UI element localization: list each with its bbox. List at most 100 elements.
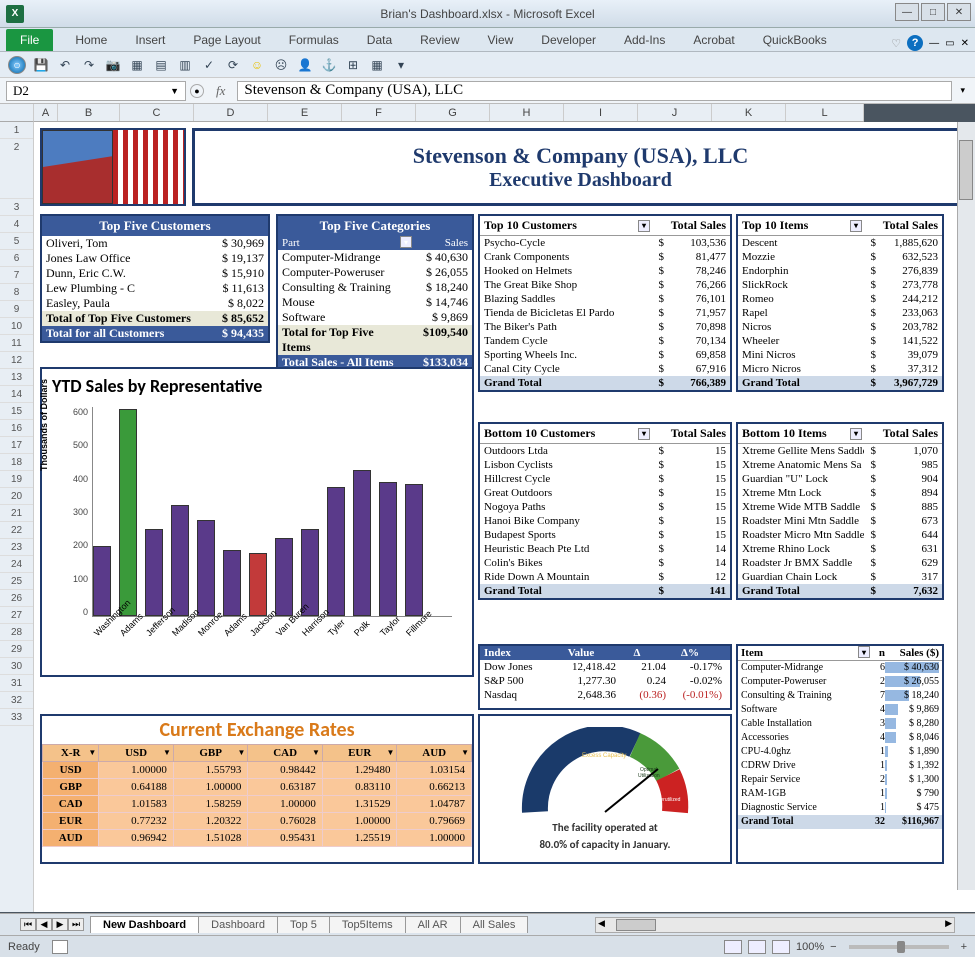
filter-icon[interactable]: ▾ xyxy=(850,428,862,440)
row-14[interactable]: 14 xyxy=(0,386,33,403)
insert-function-icon[interactable]: ● xyxy=(190,84,204,98)
row-9[interactable]: 9 xyxy=(0,301,33,318)
col-B[interactable]: B xyxy=(58,104,120,121)
heart-icon[interactable]: ♡ xyxy=(891,37,901,50)
zoom-out-icon[interactable]: − xyxy=(830,941,836,953)
maximize-button[interactable]: □ xyxy=(921,3,945,21)
name-box[interactable]: D2 ▼ xyxy=(6,81,186,101)
page-break-icon[interactable] xyxy=(772,940,790,954)
sheet-tab-top-5[interactable]: Top 5 xyxy=(277,916,330,933)
worksheet[interactable]: 1234567891011121314151617181920212223242… xyxy=(0,122,975,912)
col-C[interactable]: C xyxy=(120,104,194,121)
tab-home[interactable]: Home xyxy=(61,29,121,51)
row-33[interactable]: 33 xyxy=(0,709,33,726)
tab-insert[interactable]: Insert xyxy=(121,29,179,51)
table-icon[interactable]: ▦ xyxy=(368,56,386,74)
row-5[interactable]: 5 xyxy=(0,233,33,250)
zoom-thumb[interactable] xyxy=(897,941,905,953)
last-sheet-icon[interactable]: ⏭ xyxy=(68,918,84,931)
row-21[interactable]: 21 xyxy=(0,505,33,522)
macro-icon[interactable] xyxy=(52,940,68,954)
expand-formula-icon[interactable]: ▾ xyxy=(956,85,969,96)
refresh-icon[interactable]: ⟳ xyxy=(224,56,242,74)
select-all-cell[interactable] xyxy=(0,104,34,122)
minimize-button[interactable]: — xyxy=(895,3,919,21)
row-19[interactable]: 19 xyxy=(0,471,33,488)
prev-sheet-icon[interactable]: ◀ xyxy=(36,918,52,931)
col-E[interactable]: E xyxy=(268,104,342,121)
row-28[interactable]: 28 xyxy=(0,624,33,641)
hierarchy-icon[interactable]: ⊞ xyxy=(344,56,362,74)
next-sheet-icon[interactable]: ▶ xyxy=(52,918,68,931)
tab-page-layout[interactable]: Page Layout xyxy=(179,29,274,51)
file-tab[interactable]: File xyxy=(6,29,53,51)
row-22[interactable]: 22 xyxy=(0,522,33,539)
name-box-dropdown-icon[interactable]: ▼ xyxy=(170,86,179,96)
camera-icon[interactable]: 📷 xyxy=(104,56,122,74)
close-workbook-icon[interactable]: ✕ xyxy=(961,38,969,49)
ex-hdr[interactable]: AUD▼ xyxy=(397,745,472,762)
ex-hdr[interactable]: GBP▼ xyxy=(173,745,248,762)
row-12[interactable]: 12 xyxy=(0,352,33,369)
ex-hdr[interactable]: X-R▼ xyxy=(43,745,99,762)
check-icon[interactable]: ✓ xyxy=(200,56,218,74)
row-6[interactable]: 6 xyxy=(0,250,33,267)
row-29[interactable]: 29 xyxy=(0,641,33,658)
scroll-thumb[interactable] xyxy=(959,140,973,200)
anchor-icon[interactable]: ⚓ xyxy=(320,56,338,74)
close-button[interactable]: ✕ xyxy=(947,3,971,21)
tab-view[interactable]: View xyxy=(474,29,528,51)
min-ribbon-icon[interactable]: — xyxy=(929,38,939,49)
help-icon[interactable]: ? xyxy=(907,35,923,51)
user-icon[interactable]: 👤 xyxy=(296,56,314,74)
happy-icon[interactable]: ☺ xyxy=(248,56,266,74)
row-32[interactable]: 32 xyxy=(0,692,33,709)
row-25[interactable]: 25 xyxy=(0,573,33,590)
row-7[interactable]: 7 xyxy=(0,267,33,284)
restore-workbook-icon[interactable]: ▭ xyxy=(945,38,954,49)
scroll-right-icon[interactable]: ▶ xyxy=(945,918,952,929)
filter-icon[interactable]: ▾ xyxy=(400,236,412,248)
sheet-tab-all-sales[interactable]: All Sales xyxy=(460,916,529,933)
zoom-slider[interactable] xyxy=(849,945,949,949)
row-24[interactable]: 24 xyxy=(0,556,33,573)
col-I[interactable]: I xyxy=(564,104,638,121)
tab-data[interactable]: Data xyxy=(353,29,406,51)
col-D[interactable]: D xyxy=(194,104,268,121)
row-4[interactable]: 4 xyxy=(0,216,33,233)
row-13[interactable]: 13 xyxy=(0,369,33,386)
ex-hdr[interactable]: USD▼ xyxy=(99,745,174,762)
row-3[interactable]: 3 xyxy=(0,199,33,216)
row-18[interactable]: 18 xyxy=(0,454,33,471)
dropdown-icon[interactable]: ▾ xyxy=(392,56,410,74)
tab-formulas[interactable]: Formulas xyxy=(275,29,353,51)
col-H[interactable]: H xyxy=(490,104,564,121)
scroll-left-icon[interactable]: ◀ xyxy=(598,918,605,929)
sheet-tab-all-ar[interactable]: All AR xyxy=(405,916,461,933)
zoom-in-icon[interactable]: + xyxy=(961,941,967,953)
redo-icon[interactable]: ↷ xyxy=(80,56,98,74)
row-23[interactable]: 23 xyxy=(0,539,33,556)
row-17[interactable]: 17 xyxy=(0,437,33,454)
save-icon[interactable]: 💾 xyxy=(32,56,50,74)
col-G[interactable]: G xyxy=(416,104,490,121)
tab-quickbooks[interactable]: QuickBooks xyxy=(749,29,841,51)
toggle-icon[interactable]: ▤ xyxy=(152,56,170,74)
fx-label[interactable]: fx xyxy=(216,83,225,99)
row-27[interactable]: 27 xyxy=(0,607,33,624)
tab-acrobat[interactable]: Acrobat xyxy=(679,29,748,51)
row-30[interactable]: 30 xyxy=(0,658,33,675)
filter-icon[interactable]: ▾ xyxy=(638,428,650,440)
filter-icon[interactable]: ▾ xyxy=(638,220,650,232)
first-sheet-icon[interactable]: ⏮ xyxy=(20,918,36,931)
col-A[interactable]: A xyxy=(34,104,58,121)
formula-bar[interactable]: Stevenson & Company (USA), LLC xyxy=(237,81,952,101)
col-F[interactable]: F xyxy=(342,104,416,121)
row-2[interactable]: 2 xyxy=(0,139,33,199)
tab-add-ins[interactable]: Add-Ins xyxy=(610,29,679,51)
row-20[interactable]: 20 xyxy=(0,488,33,505)
horizontal-scrollbar[interactable]: ◀ ▶ xyxy=(595,917,955,933)
row-16[interactable]: 16 xyxy=(0,420,33,437)
tab-review[interactable]: Review xyxy=(406,29,473,51)
filter-icon[interactable]: ▾ xyxy=(858,646,870,658)
